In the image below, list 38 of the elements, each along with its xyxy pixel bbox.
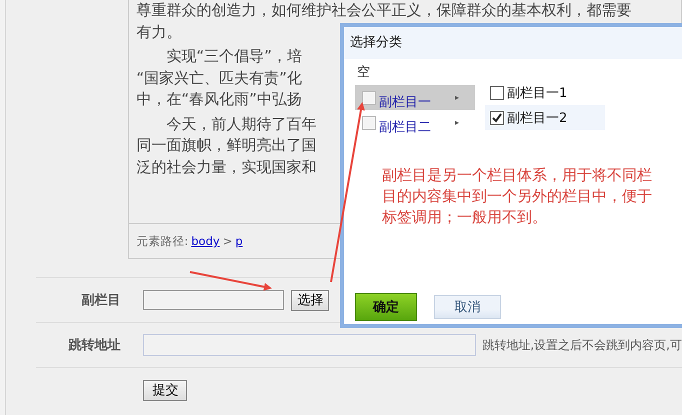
subcategory-item[interactable]: 副栏目一2 [485, 105, 605, 130]
ok-button[interactable]: 确定 [355, 293, 417, 321]
checkbox[interactable] [490, 86, 504, 100]
paragraph-line: 泛的社会力量，实现国家和 [136, 156, 316, 178]
path-link[interactable]: body [191, 234, 220, 248]
paragraph-line: 有力。 [136, 22, 182, 42]
expand-arrow-icon: ▸ [454, 118, 459, 127]
subcategory-label: 副栏目一1 [507, 84, 568, 102]
subcategory-item[interactable]: 副栏目一1 [485, 80, 605, 105]
subcategory-label: 副栏目一2 [507, 110, 568, 126]
submit-button[interactable]: 提交 [143, 380, 188, 400]
dialog-title: 选择分类 [344, 27, 682, 59]
paragraph-line: 实现“三个倡导”，培 [166, 46, 302, 67]
paragraph-line: 同一面旗帜，鲜明亮出了国 [136, 135, 316, 156]
field-label: 跳转地址 [67, 337, 122, 354]
paragraph-line: “国家兴亡、匹夫有责”化 [136, 68, 302, 88]
category-item[interactable]: 副栏目一 ▸ [355, 85, 475, 110]
expand-arrow-icon: ▸ [454, 93, 459, 102]
paragraph-line: 尊重群众的创造力，如何维护社会公平正义，保障群众的基本权利，都需要 [136, 0, 632, 21]
paragraph-line: 中，在“春风化雨”中弘扬 [136, 89, 302, 110]
field-label: 副栏目 [80, 292, 122, 309]
path-label: 元素路径: [136, 234, 188, 249]
path-separator: > [222, 234, 232, 248]
note-text: 副栏目是另一个栏目体系，用于将不同栏目的内容集中到一个另外的栏目中，便于标签调用；一般用不到。 [382, 165, 653, 228]
category-label: 副栏目一 [379, 94, 431, 110]
select-button[interactable]: 选择 [291, 290, 330, 310]
path-link[interactable]: p [235, 234, 243, 248]
empty-option[interactable]: 空 [355, 63, 475, 85]
redirect-url-field[interactable] [143, 334, 476, 356]
sub-column-field[interactable] [143, 290, 284, 310]
help-text: 跳转地址,设置之后不会跳到内容页,可 [482, 336, 682, 354]
category-item[interactable]: 副栏目二 ▸ [355, 110, 475, 135]
checkbox[interactable] [362, 90, 376, 104]
category-label: 副栏目二 [379, 118, 431, 136]
cancel-button[interactable]: 取消 [434, 295, 501, 319]
paragraph-line: 今天，前人期待了百年 [166, 114, 316, 134]
checkbox[interactable] [490, 110, 504, 124]
checkbox[interactable] [362, 116, 376, 130]
